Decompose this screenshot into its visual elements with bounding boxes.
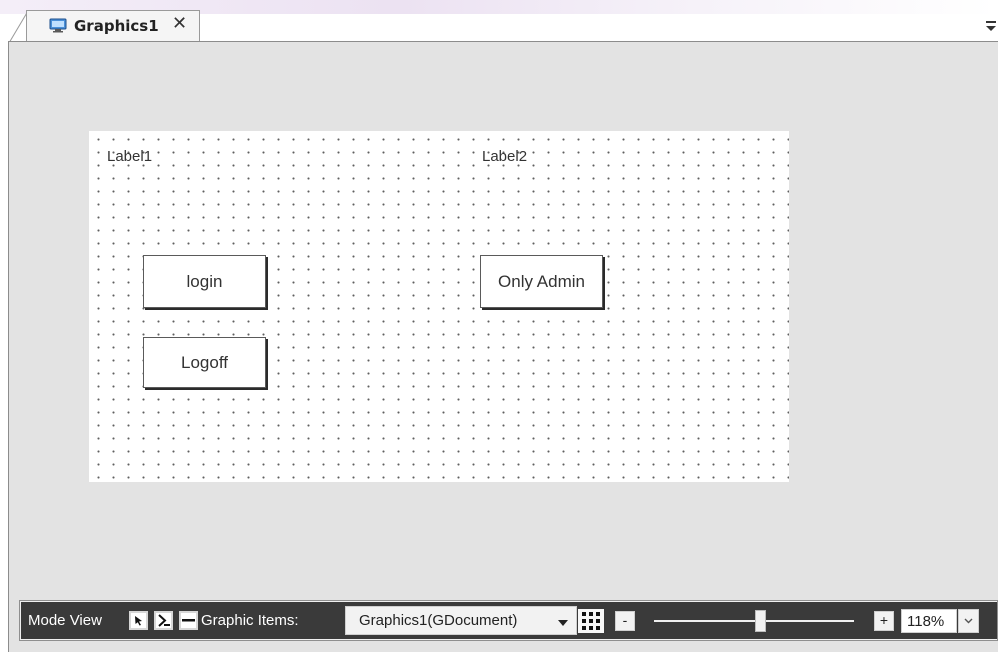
canvas-label-2[interactable]: Label2 (482, 148, 527, 165)
login-button[interactable]: login (143, 255, 266, 308)
pointer-icon (132, 614, 145, 627)
script-icon (158, 614, 170, 627)
canvas-label-1[interactable]: Label1 (107, 148, 152, 165)
zoom-level-value: 118% (907, 613, 945, 630)
document-tab-graphics1[interactable]: Graphics1 ✕ (26, 10, 200, 42)
select-mode-button[interactable] (129, 611, 148, 630)
zoom-slider-thumb[interactable] (755, 610, 766, 632)
tab-title: Graphics1 (74, 17, 159, 35)
logoff-button-label: Logoff (181, 352, 228, 372)
chevron-down-icon (964, 618, 973, 624)
graphic-items-value: Graphics1(GDocument) (359, 612, 518, 629)
logoff-button[interactable]: Logoff (143, 337, 266, 388)
grid-toggle-button[interactable] (578, 609, 604, 633)
monitor-icon (49, 18, 67, 33)
split-mode-button[interactable] (179, 611, 198, 630)
chevron-down-icon (558, 620, 568, 626)
status-bar-body: Mode View Graphic Items: Graphics1(GDocu… (21, 602, 997, 639)
mode-view-label: Mode View (28, 612, 102, 629)
zoom-out-button[interactable]: - (615, 611, 635, 631)
zoom-slider-track[interactable] (654, 620, 854, 622)
graphic-items-dropdown[interactable]: Graphics1(GDocument) (345, 606, 577, 635)
close-icon[interactable]: ✕ (172, 14, 187, 34)
horizontal-line-icon (182, 619, 195, 622)
zoom-level-field[interactable]: 118% (901, 609, 957, 633)
grid-dots-icon (582, 612, 600, 630)
script-mode-button[interactable] (154, 611, 173, 630)
zoom-in-button[interactable]: + (874, 611, 894, 631)
tab-overflow-menu-icon[interactable] (984, 18, 998, 34)
only-admin-button[interactable]: Only Admin (480, 255, 603, 308)
only-admin-button-label: Only Admin (498, 271, 585, 291)
status-bar: Mode View Graphic Items: Graphics1(GDocu… (19, 600, 998, 641)
login-button-label: login (186, 271, 223, 291)
zoom-level-dropdown[interactable] (958, 609, 979, 633)
graphic-items-label: Graphic Items: (201, 612, 299, 629)
